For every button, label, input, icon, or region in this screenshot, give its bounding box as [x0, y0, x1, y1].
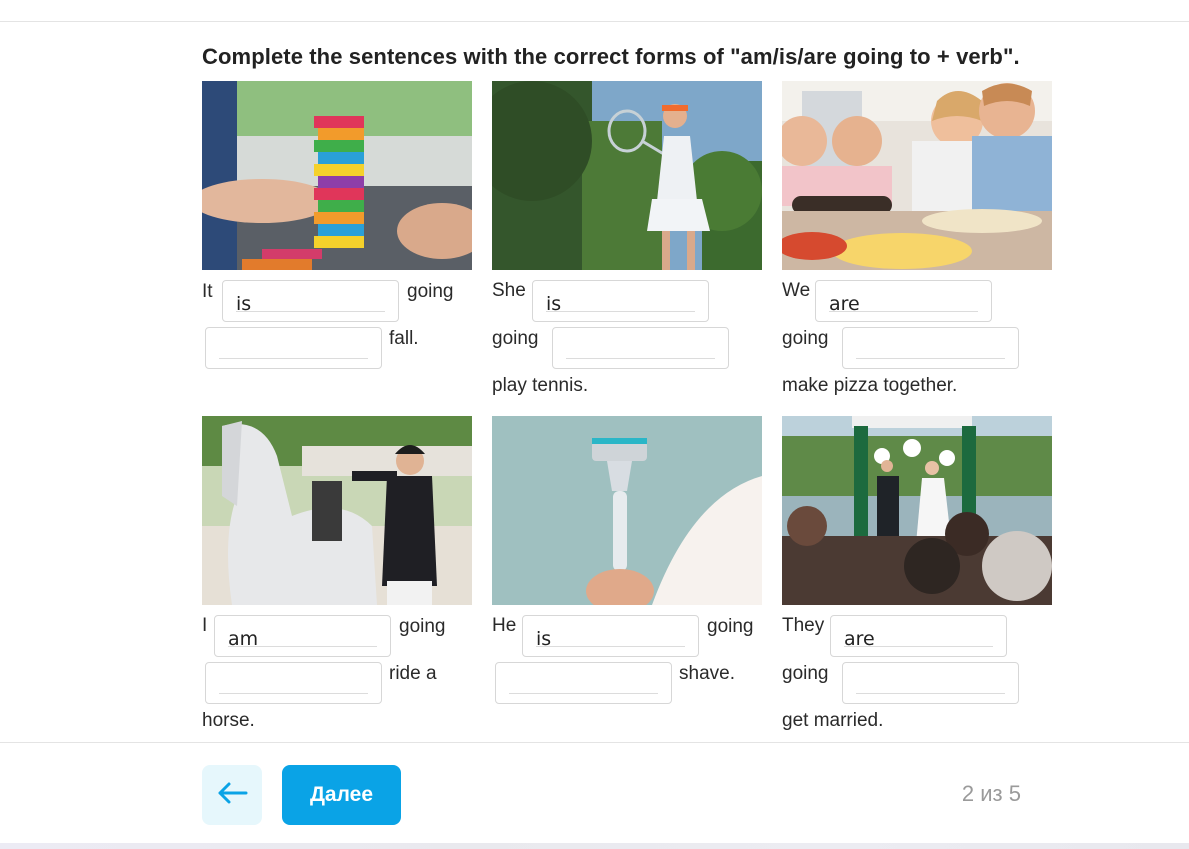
- sentence-ending: ride a: [389, 663, 437, 684]
- rider-with-horse-photo: [202, 416, 472, 605]
- tennis-player-photo: [492, 81, 762, 270]
- answer-field-2[interactable]: [495, 662, 672, 704]
- back-button[interactable]: [202, 765, 262, 825]
- answer-field-2[interactable]: [842, 327, 1019, 369]
- sentence-ending: make pizza together.: [782, 375, 958, 396]
- sentence-subject: I: [202, 615, 208, 636]
- sentence-subject: We: [782, 280, 811, 301]
- sentence-ending: get married.: [782, 710, 884, 731]
- answer-field-1[interactable]: is: [222, 280, 399, 322]
- answer-field-2[interactable]: [205, 662, 382, 704]
- top-divider: [0, 21, 1189, 22]
- answer-field-2[interactable]: [205, 327, 382, 369]
- exercise-card-2: She is going play tennis.: [492, 81, 762, 401]
- sentence-subject: He: [492, 615, 517, 636]
- sentence-verb-going: going: [782, 328, 829, 349]
- sentence-verb-going: going: [782, 663, 829, 684]
- answer-field-1[interactable]: are: [830, 615, 1007, 657]
- exercise-card-1: It is going fall.: [202, 81, 472, 381]
- footer-divider: [0, 742, 1189, 743]
- sentence-ending: shave.: [679, 663, 735, 684]
- next-button[interactable]: Далее: [282, 765, 401, 825]
- progress-indicator: 2 из 5: [961, 781, 1021, 806]
- answer-field-1[interactable]: am: [214, 615, 391, 657]
- sentence-verb-going: going: [492, 328, 539, 349]
- sentence-subject: They: [782, 615, 825, 636]
- jenga-tower-photo: [202, 81, 472, 270]
- bottom-edge-strip: [0, 843, 1189, 849]
- razor-in-hand-photo: [492, 416, 762, 605]
- sentence-tail: horse.: [202, 710, 255, 731]
- kids-making-pizza-photo: [782, 81, 1052, 270]
- sentence-subject: She: [492, 280, 526, 301]
- answer-field-2[interactable]: [552, 327, 729, 369]
- answer-field-1[interactable]: is: [522, 615, 699, 657]
- exercise-instruction: Complete the sentences with the correct …: [202, 44, 1020, 69]
- sentence-ending: fall.: [389, 328, 419, 349]
- exercise-card-6: They are going get married.: [782, 416, 1052, 736]
- arrow-left-icon: [216, 781, 248, 810]
- sentence-subject: It: [202, 281, 213, 302]
- sentence-verb-going: going: [407, 281, 454, 302]
- sentence-verb-going: going: [399, 616, 446, 637]
- sentence-verb-going: going: [707, 616, 754, 637]
- answer-field-1[interactable]: are: [815, 280, 992, 322]
- answer-field-1[interactable]: is: [532, 280, 709, 322]
- wedding-ceremony-photo: [782, 416, 1052, 605]
- answer-field-2[interactable]: [842, 662, 1019, 704]
- exercise-card-4: I am going ride a horse.: [202, 416, 472, 736]
- exercise-card-3: We are going make pizza together.: [782, 81, 1052, 401]
- sentence-ending: play tennis.: [492, 375, 589, 396]
- exercise-card-5: He is going shave.: [492, 416, 762, 716]
